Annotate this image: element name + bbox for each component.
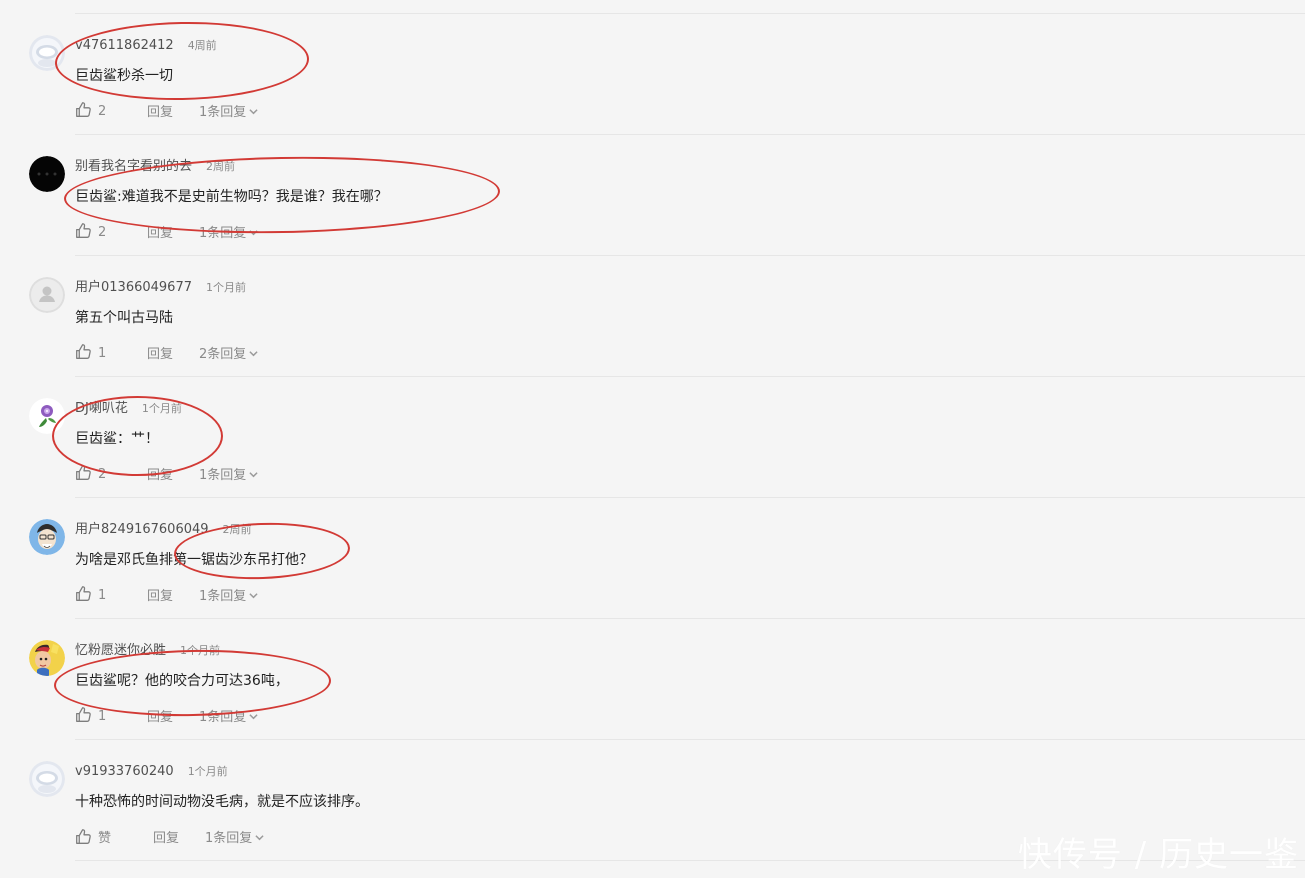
comment-meta: 别看我名字看别的去 2周前 xyxy=(75,155,236,174)
view-replies-button[interactable]: 1条回复 xyxy=(199,464,258,483)
view-replies-button[interactable]: 1条回复 xyxy=(199,706,258,725)
like-button[interactable]: 1 xyxy=(75,585,106,603)
username[interactable]: 用户01366049677 xyxy=(75,280,192,295)
chevron-down-icon xyxy=(249,472,258,478)
default-avatar-icon[interactable] xyxy=(29,761,65,797)
thumbs-up-icon xyxy=(76,102,91,117)
username[interactable]: 别看我名字看别的去 xyxy=(75,159,192,174)
comment-text: 巨齿鲨:难道我不是史前生物吗？我是谁？我在哪？ xyxy=(75,189,388,205)
replies-count-label: 1条回复 xyxy=(199,710,247,725)
chevron-down-icon xyxy=(255,835,264,841)
reply-button[interactable]: 回复 xyxy=(147,585,173,604)
reply-button[interactable]: 回复 xyxy=(147,706,173,725)
thumbs-up-icon xyxy=(76,344,91,359)
comment-text: 第五个叫古马陆 xyxy=(75,310,173,326)
like-button[interactable]: 2 xyxy=(75,101,106,119)
chevron-down-icon xyxy=(249,351,258,357)
like-count: 1 xyxy=(98,588,107,603)
comment-meta: 忆粉愿迷你必胜 1个月前 xyxy=(75,639,221,658)
chevron-down-icon xyxy=(249,593,258,599)
comment-meta: DJ喇叭花 1个月前 xyxy=(75,397,182,416)
like-count: 赞 xyxy=(98,831,112,846)
username[interactable]: 用户8249167606049 xyxy=(75,522,209,537)
chevron-down-icon xyxy=(249,230,258,236)
comment-item: DJ喇叭花 1个月前 巨齿鲨：艹！ 2 回复 1条回复 xyxy=(0,377,1305,498)
replies-count-label: 1条回复 xyxy=(199,226,247,241)
user-silhouette-icon[interactable] xyxy=(29,277,65,313)
like-button[interactable]: 1 xyxy=(75,706,106,724)
timestamp: 1个月前 xyxy=(180,644,221,657)
like-count: 1 xyxy=(98,346,107,361)
replies-count-label: 2条回复 xyxy=(199,347,247,362)
like-button[interactable]: 2 xyxy=(75,464,106,482)
thumbs-up-icon xyxy=(76,707,91,722)
like-count: 2 xyxy=(98,467,107,482)
comment-item: 用户8249167606049 2周前 为啥是邓氏鱼排第一锯齿沙东吊打他？ 1 回… xyxy=(0,498,1305,619)
thumbs-up-icon xyxy=(76,223,91,238)
replies-count-label: 1条回复 xyxy=(199,468,247,483)
default-avatar-icon[interactable] xyxy=(29,35,65,71)
reply-button[interactable]: 回复 xyxy=(147,343,173,362)
timestamp: 2周前 xyxy=(222,523,252,536)
comment-text: 为啥是邓氏鱼排第一锯齿沙东吊打他？ xyxy=(75,552,313,568)
timestamp: 1个月前 xyxy=(187,765,228,778)
reply-button[interactable]: 回复 xyxy=(147,464,173,483)
comment-meta: v47611862412 4周前 xyxy=(75,34,217,53)
reply-button[interactable]: 回复 xyxy=(147,101,173,120)
like-button[interactable]: 2 xyxy=(75,222,106,240)
view-replies-button[interactable]: 1条回复 xyxy=(199,101,258,120)
comment-item: 别看我名字看别的去 2周前 巨齿鲨:难道我不是史前生物吗？我是谁？我在哪？ 2 回… xyxy=(0,135,1305,256)
view-replies-button[interactable]: 1条回复 xyxy=(205,827,264,846)
comment-text: 巨齿鲨秒杀一切 xyxy=(75,68,173,84)
thumbs-up-icon xyxy=(76,829,91,844)
timestamp: 4周前 xyxy=(187,39,217,52)
comment-meta: 用户01366049677 1个月前 xyxy=(75,276,246,295)
timestamp: 2周前 xyxy=(206,160,236,173)
chevron-down-icon xyxy=(249,109,258,115)
morning-glory-flower-avatar[interactable] xyxy=(29,398,65,434)
chevron-down-icon xyxy=(249,714,258,720)
comment-item: v47611862412 4周前 巨齿鲨秒杀一切 2 回复 1条回复 xyxy=(0,14,1305,135)
watermark: 快传号 / 历史一鉴 xyxy=(1017,835,1299,875)
thumbs-up-icon xyxy=(76,465,91,480)
comment-item: 忆粉愿迷你必胜 1个月前 巨齿鲨呢？他的咬合力可达36吨， 1 回复 1条回复 xyxy=(0,619,1305,740)
reply-button[interactable]: 回复 xyxy=(153,827,179,846)
like-button[interactable]: 1 xyxy=(75,343,106,361)
like-button[interactable]: 赞 xyxy=(75,827,112,846)
view-replies-button[interactable]: 1条回复 xyxy=(199,222,258,241)
comment-text: 巨齿鲨呢？他的咬合力可达36吨， xyxy=(75,673,289,689)
timestamp: 1个月前 xyxy=(205,281,246,294)
anime-character-avatar[interactable] xyxy=(29,640,65,676)
reply-button[interactable]: 回复 xyxy=(147,222,173,241)
username[interactable]: DJ喇叭花 xyxy=(75,401,128,416)
comment-item: 用户01366049677 1个月前 第五个叫古马陆 1 回复 2条回复 xyxy=(0,256,1305,377)
thumbs-up-icon xyxy=(76,586,91,601)
timestamp: 1个月前 xyxy=(141,402,182,415)
like-count: 1 xyxy=(98,709,107,724)
cartoon-face-avatar[interactable] xyxy=(29,519,65,555)
dark-avatar[interactable] xyxy=(29,156,65,192)
view-replies-button[interactable]: 2条回复 xyxy=(199,343,258,362)
replies-count-label: 1条回复 xyxy=(199,105,247,120)
view-replies-button[interactable]: 1条回复 xyxy=(199,585,258,604)
username[interactable]: 忆粉愿迷你必胜 xyxy=(75,643,166,658)
comment-text: 巨齿鲨：艹！ xyxy=(75,431,159,447)
comment-meta: v91933760240 1个月前 xyxy=(75,760,228,779)
like-count: 2 xyxy=(98,104,107,119)
comment-meta: 用户8249167606049 2周前 xyxy=(75,518,252,537)
replies-count-label: 1条回复 xyxy=(205,831,253,846)
like-count: 2 xyxy=(98,225,107,240)
username[interactable]: v47611862412 xyxy=(75,38,174,53)
replies-count-label: 1条回复 xyxy=(199,589,247,604)
comment-text: 十种恐怖的时间动物没毛病，就是不应该排序。 xyxy=(75,794,369,810)
username[interactable]: v91933760240 xyxy=(75,764,174,779)
